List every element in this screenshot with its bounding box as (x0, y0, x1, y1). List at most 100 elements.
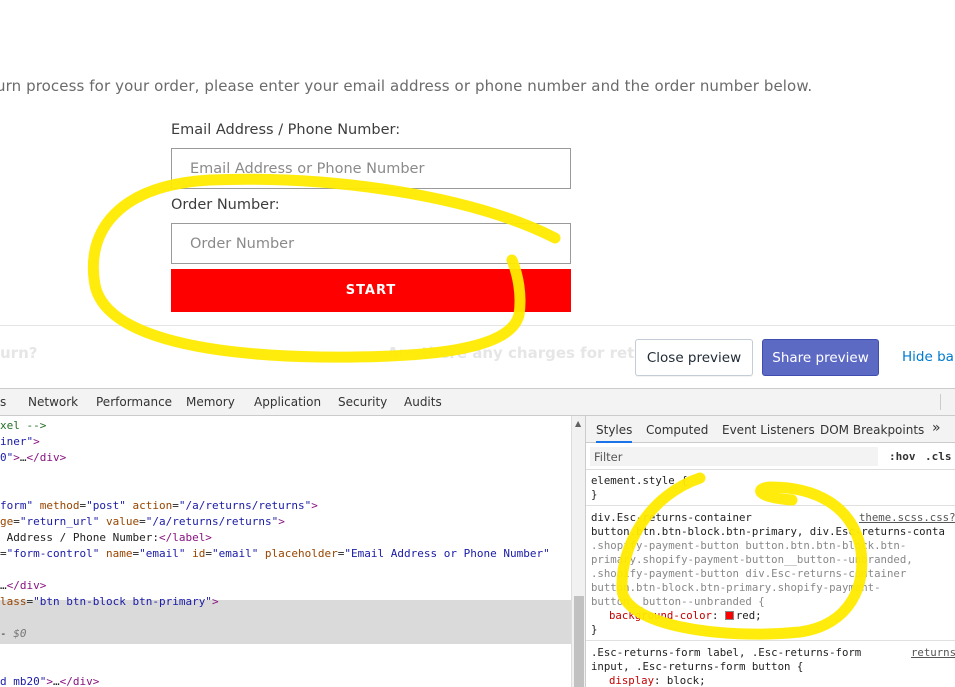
code-token: - (0, 627, 7, 640)
code-token: d mb20" (0, 675, 47, 687)
code-token: "email" (211, 547, 259, 560)
code-token: name (99, 547, 133, 560)
code-token: ge (0, 515, 14, 528)
code-token: "form-control" (6, 547, 100, 560)
code-token: method (33, 499, 80, 512)
faded-faq-heading-center: Are there any charges for retu (387, 344, 646, 362)
code-token: </div> (6, 579, 47, 592)
code-token: iner" (0, 435, 34, 448)
code-token: … (19, 451, 27, 464)
element-style-close: } (591, 488, 598, 501)
code-token: > (211, 595, 219, 608)
elements-tree: xel --> iner"> 0">…</div> form" method="pos… (0, 416, 571, 687)
display-declaration[interactable]: display: block; (609, 674, 706, 687)
code-token: "Email Address or Phone Number" (344, 547, 550, 560)
order-number-label: Order Number: (171, 197, 280, 213)
tab-memory[interactable]: Memory (186, 395, 235, 409)
tab-separator (940, 394, 941, 410)
code-token: "return_url" (19, 515, 100, 528)
code-token: form" (0, 499, 34, 512)
scroll-up-arrow-icon[interactable]: ▲ (575, 419, 581, 428)
code-token: id (185, 547, 206, 560)
code-token: = (13, 515, 20, 528)
code-token: placeholder (258, 547, 338, 560)
styles-filter-input[interactable] (590, 447, 878, 466)
code-line[interactable]: form" method="post" action="/a/returns/r… (0, 498, 318, 514)
code-token: > (311, 499, 318, 512)
code-line[interactable]: 0">…</div> (0, 450, 66, 466)
code-token: = (205, 547, 212, 560)
email-input[interactable] (171, 148, 571, 189)
tab-sources[interactable]: s (0, 395, 6, 409)
devtools-panel: s Network Performance Memory Application… (0, 388, 955, 687)
tab-dom-breakpoints[interactable]: DOM Breakpoints (820, 423, 924, 437)
element-style-open: element.style { (591, 474, 688, 487)
rule-selector-line: div.Esc-returns-container (591, 511, 752, 524)
storefront-page: urn process for your order, please enter… (0, 0, 955, 325)
code-token: > (46, 675, 53, 687)
share-preview-button[interactable]: Share preview (762, 339, 879, 376)
code-token: $0 (6, 627, 27, 640)
rule2-selector-line: .Esc-returns-form label, .Esc-returns-fo… (591, 646, 862, 659)
code-token: > (33, 435, 40, 448)
filter-row: :hov .cls (586, 443, 955, 470)
code-token: </div> (26, 451, 67, 464)
code-line[interactable]: lass="btn btn-block btn-primary"> (0, 594, 219, 610)
rule-close: } (591, 623, 598, 636)
tab-computed[interactable]: Computed (646, 423, 708, 437)
code-line[interactable]: - $0 (0, 626, 27, 642)
tab-styles[interactable]: Styles (596, 423, 633, 443)
background-color-declaration[interactable]: background-color: red; (609, 609, 762, 623)
class-toggle[interactable]: .cls (925, 450, 952, 463)
hover-state-toggle[interactable]: :hov (889, 450, 916, 463)
code-line[interactable]: …</div> (0, 578, 46, 594)
faded-faq-heading-left: urn? (0, 344, 38, 362)
rule-selector-line: .shopify-payment-button button.btn.btn-b… (591, 539, 907, 552)
more-tabs-chevron-icon[interactable]: » (932, 420, 941, 436)
code-line[interactable]: iner"> (0, 434, 40, 450)
rule-selector-line: primary.shopify-payment-button__button--… (591, 553, 913, 566)
code-token: = (172, 499, 179, 512)
code-token: action (125, 499, 173, 512)
css-property-value: block; (666, 674, 706, 687)
code-token: "post" (86, 499, 126, 512)
rule-selector-line: .shopify-payment-button div.Esc-returns-… (591, 567, 907, 580)
rule-selector-line: button__button--unbranded { (591, 595, 765, 608)
scroll-thumb[interactable] (574, 596, 584, 687)
code-token: xel --> (0, 419, 47, 432)
code-line[interactable]: d mb20">…</div> (0, 674, 99, 687)
rule-source-link[interactable]: theme.scss.css? (859, 511, 955, 524)
tab-network[interactable]: Network (28, 395, 78, 409)
close-preview-button[interactable]: Close preview (635, 339, 753, 376)
intro-text: urn process for your order, please enter… (0, 77, 813, 95)
color-swatch-icon[interactable] (724, 611, 734, 620)
code-token: </label> (158, 531, 212, 544)
code-line[interactable]: xel --> (0, 418, 46, 434)
code-token: … (0, 579, 7, 592)
rule2-source-link[interactable]: returns (911, 646, 955, 659)
elements-scrollbar[interactable]: ▲ (571, 416, 586, 687)
tab-event-listeners[interactable]: Event Listeners (722, 423, 815, 437)
rule-separator (586, 640, 955, 641)
tab-security[interactable]: Security (338, 395, 387, 409)
order-number-input[interactable] (171, 223, 571, 264)
code-token: Address / Phone Number: (0, 531, 159, 544)
styles-tab-bar: Styles Computed Event Listeners DOM Brea… (586, 416, 955, 443)
code-token: = (0, 547, 7, 560)
email-label: Email Address / Phone Number: (171, 122, 401, 138)
tab-application[interactable]: Application (254, 395, 321, 409)
start-button[interactable]: START (171, 269, 571, 312)
code-token: … (52, 675, 60, 687)
hide-bar-link[interactable]: Hide bar (902, 349, 955, 365)
code-token: value (99, 515, 140, 528)
code-token: = (139, 515, 146, 528)
code-token: "email" (139, 547, 186, 560)
tab-performance[interactable]: Performance (96, 395, 172, 409)
tab-audits[interactable]: Audits (404, 395, 442, 409)
code-line[interactable]: ="form-control" name="email" id="email" … (0, 546, 550, 562)
code-line[interactable]: Address / Phone Number:</label> (0, 530, 212, 546)
code-token: > (13, 451, 20, 464)
code-line[interactable]: ge="return_url" value="/a/returns/return… (0, 514, 285, 530)
css-property-name: background-color (609, 609, 712, 622)
code-token: > (278, 515, 285, 528)
